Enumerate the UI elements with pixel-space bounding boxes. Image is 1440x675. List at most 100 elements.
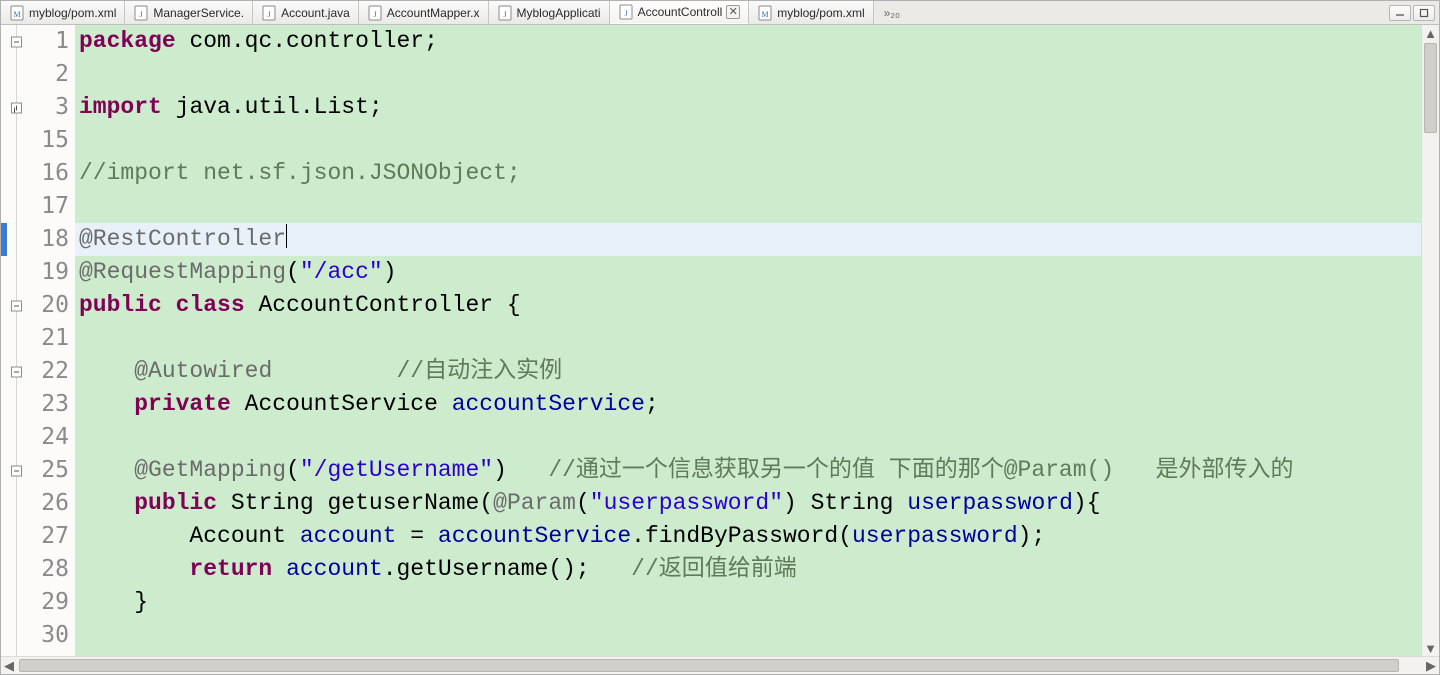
scroll-up-icon[interactable]: ▲ <box>1422 25 1439 41</box>
scroll-left-icon[interactable]: ◀ <box>1 657 17 674</box>
code-line[interactable]: @GetMapping("/getUsername") //通过一个信息获取另一… <box>75 454 1421 487</box>
line-number[interactable]: 21 <box>17 322 69 355</box>
line-number[interactable]: 15 <box>17 124 69 157</box>
code-line[interactable] <box>75 190 1421 223</box>
code-token: @RequestMapping <box>79 259 286 285</box>
code-token: ) <box>783 490 811 516</box>
line-number[interactable]: 1 <box>17 25 69 58</box>
code-token: = <box>396 523 437 549</box>
code-line[interactable]: public String getuserName(@Param("userpa… <box>75 487 1421 520</box>
tab-label: MyblogApplicati <box>517 6 601 20</box>
code-token <box>79 523 189 549</box>
code-line[interactable]: package com.qc.controller; <box>75 25 1421 58</box>
code-token: "userpassword" <box>590 490 783 516</box>
close-tab-icon[interactable]: ✕ <box>726 5 740 19</box>
java-file-icon: J <box>618 4 634 20</box>
code-line[interactable]: @Autowired //自动注入实例 <box>75 355 1421 388</box>
line-number[interactable]: 22 <box>17 355 69 388</box>
code-token: { <box>493 292 521 318</box>
code-token <box>79 358 134 384</box>
code-token: findByPassword <box>645 523 838 549</box>
editor-tab[interactable]: Mmyblog/pom.xml <box>749 1 873 24</box>
editor-tab[interactable]: JManagerService. <box>125 1 253 24</box>
code-token: import <box>79 94 162 120</box>
code-editor[interactable]: package com.qc.controller;import java.ut… <box>75 25 1421 656</box>
editor-tab[interactable]: JAccountMapper.x <box>359 1 489 24</box>
line-number[interactable]: 2 <box>17 58 69 91</box>
code-token: ); <box>1018 523 1046 549</box>
code-token: ; <box>645 391 659 417</box>
code-line[interactable]: } <box>75 586 1421 619</box>
line-number[interactable]: 26 <box>17 487 69 520</box>
code-token: getUsername <box>397 556 549 582</box>
code-token: ; <box>424 28 438 54</box>
line-number[interactable]: 3 <box>17 91 69 124</box>
tab-label: AccountControll <box>638 5 723 19</box>
code-token: ( <box>286 259 300 285</box>
horizontal-scroll-thumb[interactable] <box>19 659 1399 672</box>
editor-tab[interactable]: JAccount.java <box>253 1 359 24</box>
line-number[interactable]: 27 <box>17 520 69 553</box>
line-number[interactable]: 17 <box>17 190 69 223</box>
code-token: ( <box>479 490 493 516</box>
vertical-scroll-thumb[interactable] <box>1424 43 1437 133</box>
code-line[interactable] <box>75 124 1421 157</box>
code-token: account <box>300 523 397 549</box>
code-token <box>79 556 189 582</box>
code-line[interactable] <box>75 421 1421 454</box>
line-number[interactable]: 20 <box>17 289 69 322</box>
minimize-button[interactable] <box>1389 5 1411 21</box>
java-file-icon: J <box>367 5 383 21</box>
scroll-right-icon[interactable]: ▶ <box>1423 657 1439 674</box>
code-line[interactable]: return account.getUsername(); //返回值给前端 <box>75 553 1421 586</box>
xml-file-icon: M <box>9 5 25 21</box>
code-token: } <box>79 589 148 615</box>
code-line[interactable]: @RequestMapping("/acc") <box>75 256 1421 289</box>
code-line[interactable]: Account account = accountService.findByP… <box>75 520 1421 553</box>
code-line[interactable]: @RestController <box>75 223 1421 256</box>
code-token: ; <box>369 94 383 120</box>
code-line[interactable]: import java.util.List; <box>75 91 1421 124</box>
code-line[interactable]: //import net.sf.json.JSONObject; <box>75 157 1421 190</box>
tab-overflow-indicator[interactable]: »₂₀ <box>878 1 906 24</box>
maximize-button[interactable] <box>1413 5 1435 21</box>
code-token: accountService <box>438 523 631 549</box>
line-number[interactable]: 28 <box>17 553 69 586</box>
line-number[interactable]: 18 <box>17 223 69 256</box>
code-token: . <box>631 523 645 549</box>
code-line[interactable] <box>75 619 1421 652</box>
code-line[interactable]: private AccountService accountService; <box>75 388 1421 421</box>
line-number[interactable]: 25 <box>17 454 69 487</box>
tab-label: myblog/pom.xml <box>29 6 116 20</box>
code-line[interactable]: public class AccountController { <box>75 289 1421 322</box>
code-token: ( <box>838 523 852 549</box>
code-token: (); <box>548 556 631 582</box>
code-token <box>176 28 190 54</box>
code-token: class <box>176 292 245 318</box>
code-token <box>162 94 176 120</box>
code-token: @Param <box>493 490 576 516</box>
editor-tab[interactable]: J MyblogApplicati <box>489 1 610 24</box>
code-token: ( <box>576 490 590 516</box>
line-number[interactable]: 23 <box>17 388 69 421</box>
code-line[interactable] <box>75 322 1421 355</box>
horizontal-scrollbar[interactable]: ◀ ▶ <box>1 656 1439 674</box>
line-number[interactable]: 29 <box>17 586 69 619</box>
code-token <box>79 457 134 483</box>
line-number[interactable]: 24 <box>17 421 69 454</box>
code-line[interactable] <box>75 58 1421 91</box>
editor-tab[interactable]: Mmyblog/pom.xml <box>1 1 125 24</box>
code-token: package <box>79 28 176 54</box>
code-token: //import net.sf.json.JSONObject; <box>79 160 521 186</box>
code-token: accountService <box>452 391 645 417</box>
code-token: com.qc.controller <box>189 28 424 54</box>
java-file-icon: J <box>497 5 513 21</box>
scroll-down-icon[interactable]: ▼ <box>1422 640 1439 656</box>
code-token <box>314 490 328 516</box>
line-number[interactable]: 16 <box>17 157 69 190</box>
vertical-scrollbar[interactable]: ▲ ▼ <box>1421 25 1439 656</box>
code-token: @GetMapping <box>134 457 286 483</box>
line-number[interactable]: 19 <box>17 256 69 289</box>
line-number[interactable]: 30 <box>17 619 69 652</box>
editor-tab[interactable]: J AccountControll✕ <box>610 1 750 24</box>
